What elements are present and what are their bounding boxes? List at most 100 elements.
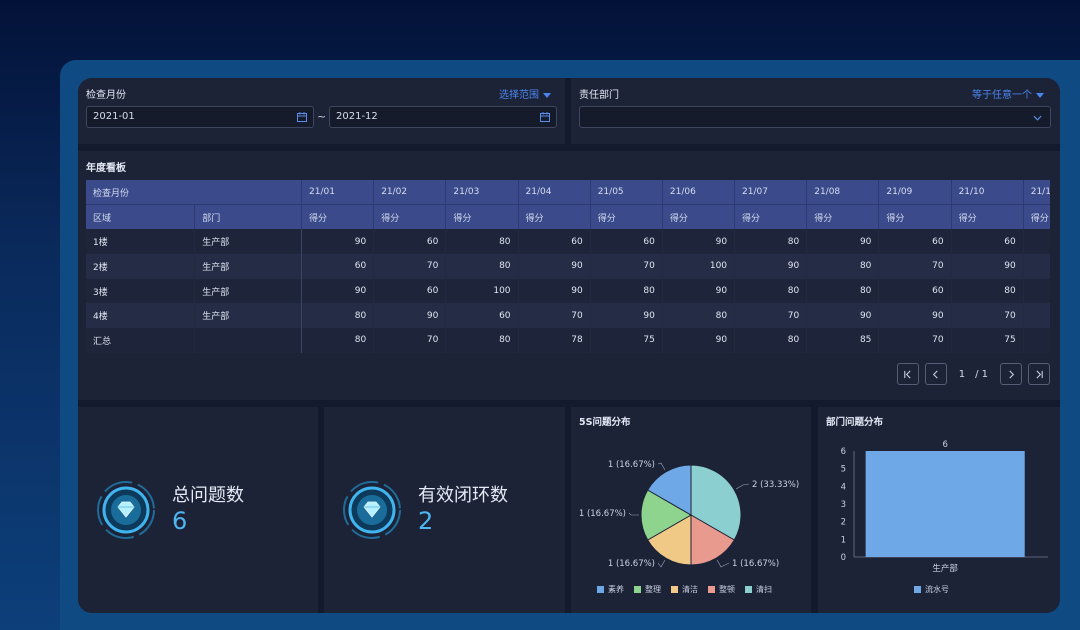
month-header-cell: 21/08: [806, 180, 880, 206]
month-header-cell: 21/05: [590, 180, 663, 206]
chevron-right-icon: [1008, 370, 1014, 378]
start-month-input[interactable]: 2021-01: [86, 106, 314, 128]
calendar-icon: [297, 112, 307, 122]
pie-slice-label: 1 (16.67%): [732, 559, 779, 569]
score-cell: 80: [445, 328, 519, 353]
current-page[interactable]: 1: [959, 369, 965, 380]
pie-leader-line: [716, 559, 730, 568]
total-pages: / 1: [975, 368, 988, 380]
score-cell: 90: [518, 278, 591, 304]
score-cell: 80: [662, 303, 736, 329]
pie-slice-label: 2 (33.33%): [752, 480, 799, 490]
score-cell: 90: [301, 229, 375, 255]
kpi-card-closed-loops: 有效闭环数 2: [324, 407, 565, 613]
table-row: 2楼 生产部 60 70 80 90 70 100 90 80 70 90: [86, 254, 1050, 279]
bar-生产部: [865, 451, 1025, 557]
kpi-value: 2: [418, 507, 434, 535]
score-cell: 85: [806, 328, 880, 353]
score-header-cell: 得分: [662, 204, 736, 230]
bar-data-label: 6: [942, 440, 947, 450]
pie-leader-line: [657, 559, 666, 568]
legend-item[interactable]: 素养: [597, 584, 624, 595]
score-cell: 90: [806, 303, 880, 329]
score-cell: 70: [878, 254, 952, 279]
legend-item[interactable]: 整顿: [708, 584, 735, 595]
legend-item[interactable]: 清扫: [745, 584, 772, 595]
y-tick-label: 4: [841, 482, 846, 492]
y-tick-label: 0: [841, 553, 846, 563]
month-header-cell: 21/10: [951, 180, 1024, 206]
dept-cell: 生产部: [194, 303, 303, 329]
score-cell: 60: [373, 278, 447, 304]
pie-leader-line: [657, 462, 666, 471]
score-cell: 100: [445, 278, 519, 304]
month-filter-label: 检查月份: [86, 90, 126, 101]
pie-leader-line: [735, 483, 750, 490]
dept-cell: 生产部: [194, 254, 303, 279]
legend-swatch: [671, 586, 678, 593]
table-subheader-row: 区域 部门 得分 得分 得分 得分 得分 得分 得分 得分 得分 得分 得分: [86, 204, 1050, 230]
legend-label: 清扫: [756, 585, 772, 594]
score-cell: 80: [301, 328, 375, 353]
annual-board-table: 检查月份 21/01 21/02 21/03 21/04 21/05 21/06…: [86, 180, 1050, 355]
legend-swatch: [708, 586, 715, 593]
score-cell: [1023, 254, 1050, 279]
score-cell: 90: [301, 278, 375, 304]
range-separator: ~: [317, 110, 327, 123]
legend-item[interactable]: 整理: [634, 584, 661, 595]
y-tick-label: 1: [841, 535, 846, 545]
score-cell: 60: [301, 254, 375, 279]
legend-item[interactable]: 流水号: [914, 584, 949, 595]
kpi-value: 6: [172, 507, 188, 535]
dept-header-cell: 部门: [194, 204, 303, 230]
month-header-cell: 21/02: [373, 180, 447, 206]
bar-chart: 0 1 2 3 4 5 6 6 生产部: [841, 440, 1048, 574]
month-header-cell: 21/01: [301, 180, 375, 206]
score-cell: 90: [662, 278, 736, 304]
score-cell: 90: [734, 254, 808, 279]
header-month-cell: 检查月份: [86, 180, 303, 206]
score-cell: 75: [590, 328, 663, 353]
dept-select[interactable]: [579, 106, 1051, 128]
month-header-cell: 21/03: [445, 180, 519, 206]
score-cell: 60: [878, 278, 952, 304]
prev-page-button[interactable]: [924, 363, 947, 385]
score-cell: 60: [878, 229, 952, 255]
last-page-icon: [1035, 370, 1043, 378]
score-cell: 90: [951, 254, 1024, 279]
legend-item[interactable]: 清洁: [671, 584, 698, 595]
score-cell: 80: [806, 278, 880, 304]
legend-swatch: [745, 586, 752, 593]
table-header-row: 检查月份 21/01 21/02 21/03 21/04 21/05 21/06…: [86, 180, 1050, 206]
last-page-button[interactable]: [1028, 363, 1050, 385]
table-row: 4楼 生产部 80 90 60 70 90 80 70 90 90 70: [86, 303, 1050, 329]
score-cell: 80: [734, 278, 808, 304]
caret-down-icon: [1036, 92, 1044, 98]
legend-label: 整理: [645, 585, 661, 594]
score-cell: 60: [518, 229, 591, 255]
table-row: 汇总 80 70 80 78 75 90 80 85 70 75: [86, 328, 1050, 353]
month-header-cell: 21/11: [1023, 180, 1050, 206]
area-header-cell: 区域: [86, 204, 196, 230]
score-cell: [1023, 278, 1050, 304]
area-cell: 4楼: [86, 303, 196, 329]
legend-label: 整顿: [719, 585, 735, 594]
pie-chart: 2 (33.33%) 1 (16.67%) 1 (16.67%) 1 (16.67%)…: [579, 460, 799, 569]
first-page-button[interactable]: [896, 363, 919, 385]
score-cell: 60: [951, 229, 1024, 255]
table-row: 1楼 生产部 90 60 80 60 60 90 80 90 60 60: [86, 229, 1050, 255]
pie-chart-card: 5S问题分布 2 (33.33%) 1 (16.67%) 1 (16.67%) 1 (…: [571, 407, 811, 613]
area-cell: 3楼: [86, 278, 196, 304]
end-month-input[interactable]: 2021-12: [329, 106, 557, 128]
dept-match-link[interactable]: 等于任意一个: [972, 86, 1044, 101]
y-tick-label: 6: [841, 447, 846, 457]
pie-slice-label: 1 (16.67%): [608, 559, 655, 569]
score-cell: 70: [373, 254, 447, 279]
score-header-cell: 得分: [734, 204, 808, 230]
y-tick-label: 5: [841, 465, 846, 475]
select-range-link[interactable]: 选择范围: [499, 86, 551, 101]
score-cell: 100: [662, 254, 736, 279]
next-page-button[interactable]: [1000, 363, 1022, 385]
kpi-title: 总问题数: [172, 485, 244, 506]
bar-chart-card: 部门问题分布 0 1 2 3 4 5 6 6 生产部 流水号: [818, 407, 1060, 613]
